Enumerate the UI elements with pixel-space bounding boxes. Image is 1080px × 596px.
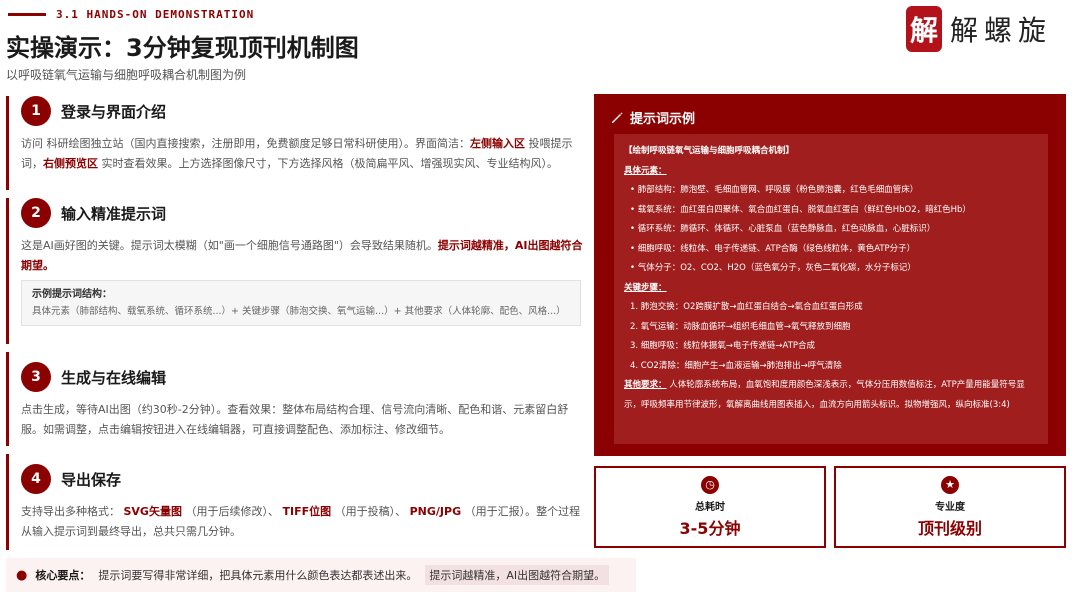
section-tag-text: 3.1 HANDS-ON DEMONSTRATION xyxy=(56,8,255,21)
element-item: • 细胞呼吸：线粒体、电子传递链、ATP合酶（绿色线粒体，黄色ATP分子） xyxy=(630,243,916,254)
step-3-number: 3 xyxy=(21,362,51,392)
element-item: • 气体分子：O2、CO2、H2O（蓝色氧分子，灰色二氧化碳，水分子标记） xyxy=(630,263,916,273)
stat-label: 总耗时 xyxy=(695,502,725,513)
stat-value: 顶刊级别 xyxy=(917,519,982,538)
step-4-number: 4 xyxy=(21,464,51,494)
example-prompt-box: 示例提示词结构： 具体元素（肺部结构、载氧系统、循环系统...）+ 关键步骤（肺… xyxy=(21,280,581,326)
logo: 解 解螺旋 xyxy=(906,6,1052,52)
step-1-body: 访问 科研绘图独立站（国内直接搜索，注册即用，免费额度足够日常科研使用）。界面简… xyxy=(21,137,573,170)
section-tag: 3.1 HANDS-ON DEMONSTRATION xyxy=(8,8,254,21)
other-text: 人体轮廓系统布局，血氧饱和度用颜色深浅表示，气体分压用数值标注，ATP产量用能量… xyxy=(624,380,1025,410)
steps-title: 关键步骤： xyxy=(624,282,667,293)
step-2-number: 2 xyxy=(21,198,51,228)
prompt-example-panel: 提示词示例 【绘制呼吸链氧气运输与细胞呼吸耦合机制】 具体元素： • 肺部结构：… xyxy=(594,94,1066,456)
step-3-header: 3 生成与在线编辑 xyxy=(21,362,586,392)
step-4-body: 支持导出多种格式： SVG矢量图 （用于后续修改）、 TIFF位图 （用于投稿）… xyxy=(21,505,581,538)
step-item: 1. 肺泡交换：O2跨膜扩散→血红蛋白结合→氧合血红蛋白形成 xyxy=(630,302,863,312)
pencil-icon xyxy=(612,112,623,123)
prompt-example-content: 【绘制呼吸链氧气运输与细胞呼吸耦合机制】 具体元素： • 肺部结构：肺泡壁、毛细… xyxy=(614,134,1048,444)
core-point-text: 提示词要写得非常详细，把具体元素用什么颜色表达都表述出来。 xyxy=(98,569,418,582)
step-4-title: 导出保存 xyxy=(61,470,122,489)
stat-professional-level: ★ 专业度 顶刊级别 xyxy=(834,466,1066,548)
elements-title: 具体元素： xyxy=(624,165,667,176)
example-prompt-body: 具体元素（肺部结构、载氧系统、循环系统...）+ 关键步骤（肺泡交换、氧气运输.… xyxy=(32,306,566,317)
step-2-title: 输入精准提示词 xyxy=(61,204,167,223)
step-item: 3. 细胞呼吸：线粒体摄氧→电子传递链→ATP合成 xyxy=(630,341,816,351)
prompt-example-title: 提示词示例 xyxy=(630,112,696,127)
stat-label: 专业度 xyxy=(935,502,965,513)
stat-value: 3-5分钟 xyxy=(679,519,741,538)
stat-total-time: ◷ 总耗时 3-5分钟 xyxy=(594,466,826,548)
step-2-body: 这是AI画好图的关键。提示词太模糊（如"画一个细胞信号通路图"）会导致结果随机。… xyxy=(21,239,583,272)
page-title: 实操演示：3分钟复现顶刊机制图 xyxy=(6,34,359,62)
medal-icon: ★ xyxy=(941,476,959,494)
step-2-header: 2 输入精准提示词 xyxy=(21,198,586,228)
prompt-example-header: 提示词示例 xyxy=(610,108,695,127)
other-requirements: 其他要求： 人体轮廓系统布局，血氧饱和度用颜色深浅表示，气体分压用数值标注，AT… xyxy=(624,376,1038,415)
step-3-title: 生成与在线编辑 xyxy=(61,368,167,387)
step-4-header: 4 导出保存 xyxy=(21,464,586,494)
example-prompt-title: 示例提示词结构： xyxy=(32,289,112,300)
logo-text: 解螺旋 xyxy=(950,14,1053,47)
core-point-highlight: 提示词越精准，AI出图越符合期望。 xyxy=(425,565,610,585)
prompt-heading: 【绘制呼吸链氧气运输与细胞呼吸耦合机制】 xyxy=(624,146,795,156)
step-3: 3 生成与在线编辑 点击生成，等待AI出图（约30秒-2分钟）。查看效果：整体布… xyxy=(6,352,586,446)
other-title: 其他要求： xyxy=(624,380,667,390)
step-item: 2. 氧气运输：动脉血循环→组织毛细血管→氧气释放到细胞 xyxy=(630,321,851,332)
step-3-body: 点击生成，等待AI出图（约30秒-2分钟）。查看效果：整体布局结构合理、信号流向… xyxy=(21,403,569,436)
core-point-label: 核心要点： xyxy=(35,569,91,582)
step-4: 4 导出保存 支持导出多种格式： SVG矢量图 （用于后续修改）、 TIFF位图… xyxy=(6,454,586,550)
element-item: • 肺部结构：肺泡壁、毛细血管网、呼吸膜（粉色肺泡囊，红色毛细血管床） xyxy=(630,185,919,195)
step-1: 1 登录与界面介绍 访问 科研绘图独立站（国内直接搜索，注册即用，免费额度足够日… xyxy=(6,96,586,190)
element-item: • 循环系统：肺循环、体循环、心脏泵血（蓝色静脉血，红色动脉血，心脏标识） xyxy=(630,224,936,234)
page-subtitle: 以呼吸链氧气运输与细胞呼吸耦合机制图为例 xyxy=(6,68,247,82)
step-2: 2 输入精准提示词 这是AI画好图的关键。提示词太模糊（如"画一个细胞信号通路图… xyxy=(6,198,586,344)
step-1-header: 1 登录与界面介绍 xyxy=(21,96,586,126)
logo-seal: 解 xyxy=(906,6,942,52)
core-point-bar: ● 核心要点： 提示词要写得非常详细，把具体元素用什么颜色表达都表述出来。 提示… xyxy=(6,558,636,592)
section-tag-bar xyxy=(8,13,46,16)
step-1-title: 登录与界面介绍 xyxy=(61,102,167,121)
clock-icon: ◷ xyxy=(701,476,719,494)
step-item: 4. CO2清除：细胞产生→血液运输→肺泡排出→呼气清除 xyxy=(630,360,842,371)
element-item: • 载氧系统：血红蛋白四聚体、氧合血红蛋白、脱氧血红蛋白（鲜红色HbO2，暗红色… xyxy=(630,204,971,215)
lightbulb-icon: ● xyxy=(16,567,28,583)
step-1-number: 1 xyxy=(21,96,51,126)
